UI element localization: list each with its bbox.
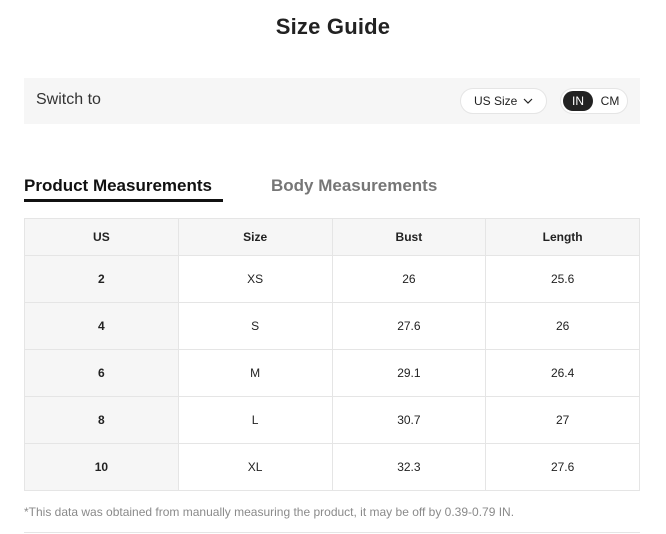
cell-bust: 32.3	[331, 443, 487, 491]
table-row: 8 L 30.7 27	[24, 396, 640, 444]
tab-body-measurements[interactable]: Body Measurements	[271, 176, 437, 196]
unit-switch-bar: Switch to US Size IN CM	[24, 78, 640, 124]
cell-length: 27.6	[485, 443, 640, 491]
cell-us: 8	[24, 396, 179, 444]
column-header-size: Size	[177, 218, 333, 256]
size-system-select[interactable]: US Size	[460, 88, 547, 114]
cell-length: 25.6	[485, 255, 640, 303]
active-tab-indicator	[24, 199, 223, 202]
cell-length: 27	[485, 396, 640, 444]
page-title: Size Guide	[275, 14, 391, 39]
table-row: 2 XS 26 25.6	[24, 255, 640, 303]
measurement-disclaimer: *This data was obtained from manually me…	[24, 505, 515, 519]
table-row: 4 S 27.6 26	[24, 302, 640, 350]
column-header-us: US	[24, 218, 179, 256]
size-system-value: US Size	[474, 94, 518, 108]
chevron-down-icon	[523, 98, 533, 104]
cell-length: 26.4	[485, 349, 640, 397]
unit-toggle: IN CM	[560, 88, 628, 114]
column-header-length: Length	[485, 218, 640, 256]
column-header-bust: Bust	[331, 218, 487, 256]
unit-option-in[interactable]: IN	[563, 91, 593, 111]
measurements-table: US Size Bust Length 2 XS 26 25.6 4 S 27.…	[24, 218, 640, 491]
table-row: 6 M 29.1 26.4	[24, 349, 640, 397]
switch-label: Switch to	[36, 91, 101, 108]
table-header-row: US Size Bust Length	[24, 218, 640, 256]
tab-product-measurements[interactable]: Product Measurements	[24, 176, 212, 196]
cell-us: 4	[24, 302, 179, 350]
cell-bust: 26	[331, 255, 487, 303]
cell-size: M	[177, 349, 333, 397]
cell-us: 6	[24, 349, 179, 397]
cell-size: XL	[177, 443, 333, 491]
cell-size: L	[177, 396, 333, 444]
unit-option-cm[interactable]: CM	[595, 91, 625, 111]
cell-us: 10	[24, 443, 179, 491]
cell-length: 26	[485, 302, 640, 350]
cell-bust: 27.6	[331, 302, 487, 350]
cell-size: XS	[177, 255, 333, 303]
divider	[24, 532, 640, 533]
cell-us: 2	[24, 255, 179, 303]
cell-size: S	[177, 302, 333, 350]
cell-bust: 29.1	[331, 349, 487, 397]
cell-bust: 30.7	[331, 396, 487, 444]
table-row: 10 XL 32.3 27.6	[24, 443, 640, 491]
